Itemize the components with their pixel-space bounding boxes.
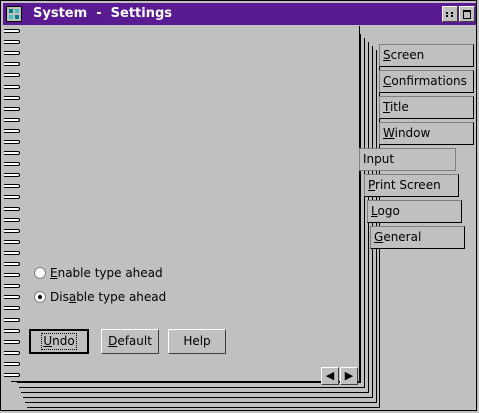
spiral-ring (4, 229, 20, 233)
disable-type-ahead-radio[interactable] (34, 291, 46, 303)
tab-confirmations[interactable]: Confirmations (379, 70, 474, 93)
spiral-ring (4, 51, 20, 55)
spiral-ring (4, 318, 20, 322)
spiral-ring (4, 340, 20, 344)
spiral-ring (4, 295, 20, 299)
undo-button[interactable]: Undo (29, 329, 89, 354)
default-button[interactable]: Default (101, 329, 159, 354)
tab-print-screen[interactable]: Print Screen (364, 174, 459, 197)
spiral-ring (4, 173, 20, 177)
spiral-ring (4, 62, 20, 66)
spiral-ring (4, 218, 20, 222)
spiral-ring (4, 73, 20, 77)
tab-title[interactable]: Title (379, 96, 474, 119)
spiral-ring (4, 284, 20, 288)
enable-type-ahead-radio[interactable] (34, 267, 46, 279)
maximize-button[interactable] (459, 6, 475, 22)
title-bar[interactable]: System - Settings (3, 3, 476, 25)
spiral-ring (4, 107, 20, 111)
spiral-ring (4, 351, 20, 355)
spiral-ring (4, 140, 20, 144)
settings-window: System - Settings Screen Confirmations T… (0, 0, 477, 411)
spiral-ring (4, 118, 20, 122)
spiral-ring (4, 151, 20, 155)
spiral-ring (4, 40, 20, 44)
minimize-button[interactable] (442, 6, 458, 22)
window-title: System - Settings (33, 6, 173, 21)
spiral-ring (4, 85, 20, 89)
spiral-ring (4, 373, 20, 377)
spiral-ring (4, 240, 20, 244)
spiral-ring (4, 329, 20, 333)
tab-window[interactable]: Window (379, 122, 474, 145)
spiral-ring (4, 129, 20, 133)
spiral-ring (4, 162, 20, 166)
previous-page-arrow-icon[interactable]: ◀ (321, 367, 339, 385)
next-page-arrow-icon[interactable]: ▶ (340, 367, 358, 385)
tab-general[interactable]: General (370, 226, 465, 249)
spiral-ring (4, 96, 20, 100)
spiral-ring (4, 207, 20, 211)
tab-logo[interactable]: Logo (367, 200, 462, 223)
spiral-ring (4, 306, 20, 310)
help-button[interactable]: Help (168, 329, 226, 354)
spiral-ring (4, 29, 20, 33)
tab-screen[interactable]: Screen (379, 44, 474, 67)
spiral-ring (4, 273, 20, 277)
system-menu-icon[interactable] (6, 6, 22, 22)
spiral-binding (1, 27, 23, 385)
spiral-ring (4, 195, 20, 199)
spiral-ring (4, 251, 20, 255)
spiral-ring (4, 262, 20, 266)
spiral-ring (4, 184, 20, 188)
tab-input[interactable]: Input (359, 148, 456, 171)
spiral-ring (4, 362, 20, 366)
